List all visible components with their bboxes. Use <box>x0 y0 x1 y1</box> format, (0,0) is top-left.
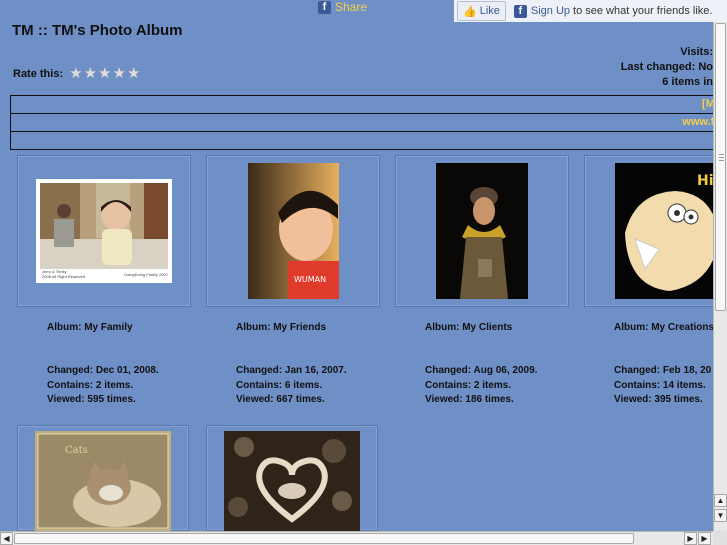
horizontal-scrollbar-thumb[interactable] <box>14 533 634 544</box>
star-rating[interactable]: ★ ★ ★ ★ ★ <box>69 66 140 81</box>
thumbs-up-icon: 👍 <box>463 5 477 18</box>
facebook-like-bar: 👍 Like f Sign Up to see what your friend… <box>454 0 727 22</box>
album-thumbnail-frame[interactable] <box>395 155 569 307</box>
page: f Share TM :: TM's Photo Album Rate this… <box>0 0 713 531</box>
album-card-my-friends: WUMAN Album: My Friends Changed: Jan 16,… <box>206 155 380 408</box>
album-changed: Changed: Dec 01, 2008. <box>47 365 159 376</box>
links-row[interactable]: [Me <box>11 96 713 114</box>
share-label: Share <box>335 0 368 14</box>
clients-photo-image <box>436 163 528 299</box>
like-button[interactable]: 👍 Like <box>457 1 506 21</box>
album-thumbnail-frame[interactable]: Cats <box>17 425 189 531</box>
facebook-share-button[interactable]: f Share <box>318 0 367 14</box>
album-card-my-creations: Hi Album: My Creations Changed: Feb 18, … <box>584 155 713 408</box>
like-label: Like <box>479 5 500 17</box>
album-changed: Changed: Feb 18, 20 <box>614 365 712 376</box>
scrollbar-corner <box>713 531 727 545</box>
page-title: TM :: TM's Photo Album <box>12 22 183 39</box>
cats-thumb-text: Cats <box>65 445 88 456</box>
star-icon[interactable]: ★ <box>112 66 125 81</box>
album-title-link[interactable]: Album: My Clients <box>425 322 569 333</box>
scrollbar-grip <box>719 154 724 155</box>
signup-text: to see what your friends like. <box>573 5 713 17</box>
album-thumbnail[interactable]: Jerry & Trinity 2008 All Right Reserved … <box>36 179 172 283</box>
album-thumbnail-frame[interactable] <box>206 425 378 531</box>
rate-label: Rate this: <box>13 67 64 80</box>
album-stats: Visits: Last changed: No 6 items in <box>621 45 713 90</box>
links-row[interactable]: www.fo <box>11 114 713 132</box>
family-photo-image <box>40 183 168 269</box>
photo-caption-left: Jerry & Trinity 2008 All Right Reserved <box>42 269 85 279</box>
album-viewed: Viewed: 595 times. <box>47 394 136 405</box>
scroll-left-button[interactable]: ◀ <box>0 532 13 545</box>
scrollbar-grip <box>719 157 724 158</box>
items-count: 6 items in <box>662 76 713 88</box>
album-changed: Changed: Jan 16, 2007. <box>236 365 347 376</box>
scrollbar-grip <box>719 160 724 161</box>
album-viewed: Viewed: 395 times. <box>614 394 703 405</box>
album-card-my-family: Jerry & Trinity 2008 All Right Reserved … <box>17 155 191 408</box>
friends-photo-image: WUMAN <box>247 163 339 299</box>
last-changed: Last changed: No <box>620 61 713 73</box>
album-viewed: Viewed: 667 times. <box>236 394 325 405</box>
star-icon[interactable]: ★ <box>84 66 97 81</box>
vertical-scrollbar-thumb[interactable] <box>715 23 726 311</box>
album-card-cats: Cats <box>17 425 191 531</box>
star-icon[interactable]: ★ <box>98 66 111 81</box>
star-icon[interactable]: ★ <box>127 66 140 81</box>
album-contains: Contains: 6 items. <box>236 379 323 391</box>
album-thumbnail[interactable] <box>224 431 360 531</box>
rating-widget: Rate this: ★ ★ ★ ★ ★ <box>13 66 140 81</box>
photo-caption-right: DoingDoing Family 2007 <box>124 272 168 277</box>
facebook-icon: f <box>513 4 527 18</box>
album-thumbnail[interactable]: WUMAN <box>247 163 339 299</box>
album-thumbnail[interactable]: Hi <box>615 163 713 299</box>
heart-photo-image <box>224 431 360 531</box>
signup-link[interactable]: Sign Up <box>531 5 570 17</box>
links-table: [Me www.fo <box>10 95 713 150</box>
album-title-link[interactable]: Album: My Creations <box>614 322 713 333</box>
album-thumbnail-frame[interactable]: Hi <box>584 155 713 307</box>
scroll-up-button[interactable]: ▲ <box>714 494 727 507</box>
album-title-link[interactable]: Album: My Friends <box>236 322 380 333</box>
album-card-my-clients: Album: My Clients Changed: Aug 06, 2009.… <box>395 155 569 408</box>
horizontal-scrollbar[interactable]: ◀ ▶ ▶ <box>0 531 713 545</box>
album-contains: Contains: 14 items. <box>614 379 706 391</box>
album-thumbnail-frame[interactable]: Jerry & Trinity 2008 All Right Reserved … <box>17 155 191 307</box>
album-thumbnail[interactable]: Cats <box>35 431 171 531</box>
svg-text:WUMAN: WUMAN <box>294 275 326 284</box>
album-meta: Changed: Jan 16, 2007. Contains: 6 items… <box>236 364 380 408</box>
album-title-link[interactable]: Album: My Family <box>47 322 191 333</box>
album-thumbnail-frame[interactable]: WUMAN <box>206 155 380 307</box>
album-meta: Changed: Dec 01, 2008. Contains: 2 items… <box>47 364 191 408</box>
album-meta: Changed: Aug 06, 2009. Contains: 2 items… <box>425 364 569 408</box>
cat-photo-image: Cats <box>35 431 171 531</box>
album-thumbnail[interactable] <box>436 163 528 299</box>
album-meta: Changed: Feb 18, 20 Contains: 14 items. … <box>614 364 713 408</box>
visits-count: Visits: <box>680 46 713 58</box>
vertical-scrollbar[interactable]: ▲ ▼ <box>713 22 727 531</box>
album-contains: Contains: 2 items. <box>47 379 134 391</box>
facebook-icon: f <box>318 0 331 14</box>
star-icon[interactable]: ★ <box>69 66 82 81</box>
album-contains: Contains: 2 items. <box>425 379 512 391</box>
scroll-right-button-2[interactable]: ▶ <box>698 532 711 545</box>
creations-photo-image: Hi <box>615 163 713 299</box>
album-viewed: Viewed: 186 times. <box>425 394 514 405</box>
links-row <box>11 132 713 150</box>
scroll-down-button[interactable]: ▼ <box>714 509 727 522</box>
album-changed: Changed: Aug 06, 2009. <box>425 365 538 376</box>
scroll-right-button[interactable]: ▶ <box>684 532 697 545</box>
creations-thumb-text: Hi <box>697 173 713 189</box>
album-card-heart <box>206 425 380 531</box>
